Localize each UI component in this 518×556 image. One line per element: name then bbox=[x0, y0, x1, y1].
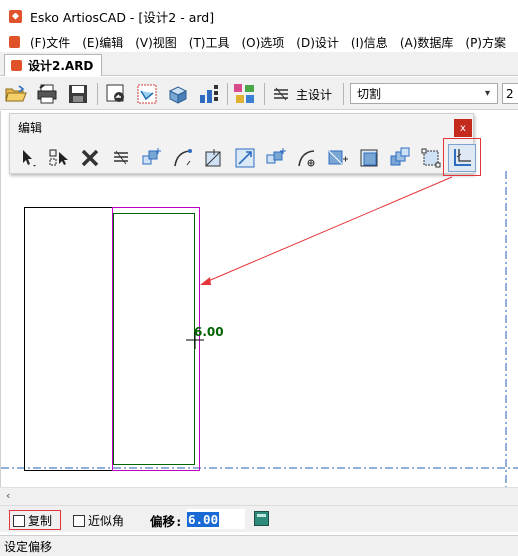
window-title: Esko ArtiosCAD - [设计2 - ard] bbox=[30, 9, 215, 25]
close-label: x bbox=[460, 122, 466, 134]
right-panel-outline bbox=[112, 207, 200, 471]
tab-label: 设计2.ARD bbox=[28, 59, 94, 73]
approx-angle-checkbox[interactable]: 近似角 bbox=[73, 512, 124, 529]
offset-preview-line bbox=[113, 213, 195, 465]
back-icon[interactable] bbox=[104, 82, 128, 106]
tab-design2[interactable]: 设计2.ARD bbox=[4, 54, 103, 76]
artioscad-logo-icon bbox=[9, 9, 22, 23]
transform-icon[interactable] bbox=[417, 144, 445, 172]
layer-select-value: 切割 bbox=[357, 87, 382, 101]
offset-dimension-text: 6.00 bbox=[194, 325, 224, 339]
title-bar: Esko ArtiosCAD - [设计2 - ard] bbox=[0, 0, 518, 32]
menu-view[interactable]: (V)视图 bbox=[135, 34, 177, 51]
status-text: 设定偏移 bbox=[4, 539, 53, 554]
delete-icon[interactable] bbox=[76, 144, 104, 172]
select-multiple-icon[interactable] bbox=[45, 144, 73, 172]
duplicate-icon[interactable] bbox=[262, 144, 290, 172]
copy-checkbox-box[interactable] bbox=[13, 514, 25, 527]
menu-file[interactable]: (F)文件 bbox=[30, 34, 70, 51]
3d-box-icon[interactable] bbox=[166, 82, 190, 106]
toolbar-separator bbox=[227, 83, 228, 105]
toolbar-separator bbox=[264, 83, 265, 105]
approx-angle-label: 近似角 bbox=[88, 514, 125, 528]
zoom-input[interactable]: 2 bbox=[502, 83, 518, 104]
group-icon[interactable] bbox=[355, 144, 383, 172]
chevron-down-icon[interactable]: ▾ bbox=[481, 87, 494, 100]
copy-label: 复制 bbox=[28, 514, 53, 528]
approx-angle-checkbox-box[interactable] bbox=[73, 514, 85, 527]
menu-project[interactable]: (P)方案 bbox=[465, 34, 506, 51]
stretch-icon[interactable] bbox=[231, 144, 259, 172]
offset-input[interactable]: 6.00 bbox=[187, 509, 245, 529]
zoom-value: 2 bbox=[506, 86, 514, 101]
main-toolbar: 主设计 切割 ▾ 2 bbox=[0, 77, 518, 110]
offset-label: 偏移: bbox=[150, 514, 183, 529]
menu-info[interactable]: (I)信息 bbox=[351, 34, 388, 51]
menu-options[interactable]: (O)选项 bbox=[241, 34, 284, 51]
rotate-icon[interactable] bbox=[293, 144, 321, 172]
menu-tools[interactable]: (T)工具 bbox=[189, 34, 230, 51]
toolbar-separator bbox=[97, 83, 98, 105]
select-icon[interactable] bbox=[14, 144, 42, 172]
arc-icon[interactable] bbox=[169, 144, 197, 172]
document-tab-bar: 设计2.ARD bbox=[0, 52, 518, 76]
annotation-arrow-head bbox=[200, 277, 211, 285]
scale-icon[interactable] bbox=[200, 144, 228, 172]
save-icon[interactable] bbox=[66, 82, 90, 106]
edit-palette: 编辑 x bbox=[9, 113, 476, 174]
menu-database[interactable]: (A)数据库 bbox=[400, 34, 454, 51]
calculator-icon[interactable] bbox=[254, 511, 269, 526]
layers-icon[interactable] bbox=[233, 82, 257, 106]
offset-tool-highlight bbox=[443, 138, 481, 176]
palette-title: 编辑 bbox=[18, 121, 43, 135]
mirror-icon[interactable] bbox=[324, 144, 352, 172]
document-icon bbox=[11, 60, 22, 71]
status-bar: 设定偏移 bbox=[0, 535, 518, 556]
main-design-button[interactable]: 主设计 bbox=[272, 82, 332, 106]
copy-layers-icon[interactable] bbox=[386, 144, 414, 172]
stack-icon[interactable] bbox=[107, 144, 135, 172]
menu-design[interactable]: (D)设计 bbox=[296, 34, 339, 51]
close-icon[interactable]: x bbox=[454, 119, 472, 137]
document-menu-icon[interactable] bbox=[9, 36, 20, 48]
toolbar-separator bbox=[343, 83, 344, 105]
step-icon[interactable] bbox=[197, 82, 221, 106]
offset-input-value: 6.00 bbox=[187, 511, 220, 527]
copy-checkbox[interactable]: 复制 bbox=[13, 512, 52, 529]
chevron-left-icon[interactable]: ‹ bbox=[6, 489, 10, 502]
main-design-label: 主设计 bbox=[296, 87, 333, 102]
annotation-arrow-line bbox=[205, 176, 453, 283]
view-icon[interactable] bbox=[135, 82, 159, 106]
left-panel-outline bbox=[24, 207, 113, 471]
offset-options-bar: 复制 近似角 偏移: 6.00 bbox=[0, 505, 518, 532]
stack-lines-icon bbox=[274, 87, 288, 101]
print-icon[interactable] bbox=[35, 82, 59, 106]
menu-edit[interactable]: (E)编辑 bbox=[82, 34, 123, 51]
horizontal-scrollbar[interactable]: ‹ bbox=[0, 487, 518, 505]
layer-select[interactable]: 切割 ▾ bbox=[350, 83, 498, 104]
move-icon[interactable] bbox=[138, 144, 166, 172]
open-folder-icon[interactable] bbox=[4, 82, 28, 106]
selected-outline bbox=[112, 207, 200, 471]
menu-bar: (F)文件 (E)编辑 (V)视图 (T)工具 (O)选项 (D)设计 (I)信… bbox=[0, 32, 518, 52]
